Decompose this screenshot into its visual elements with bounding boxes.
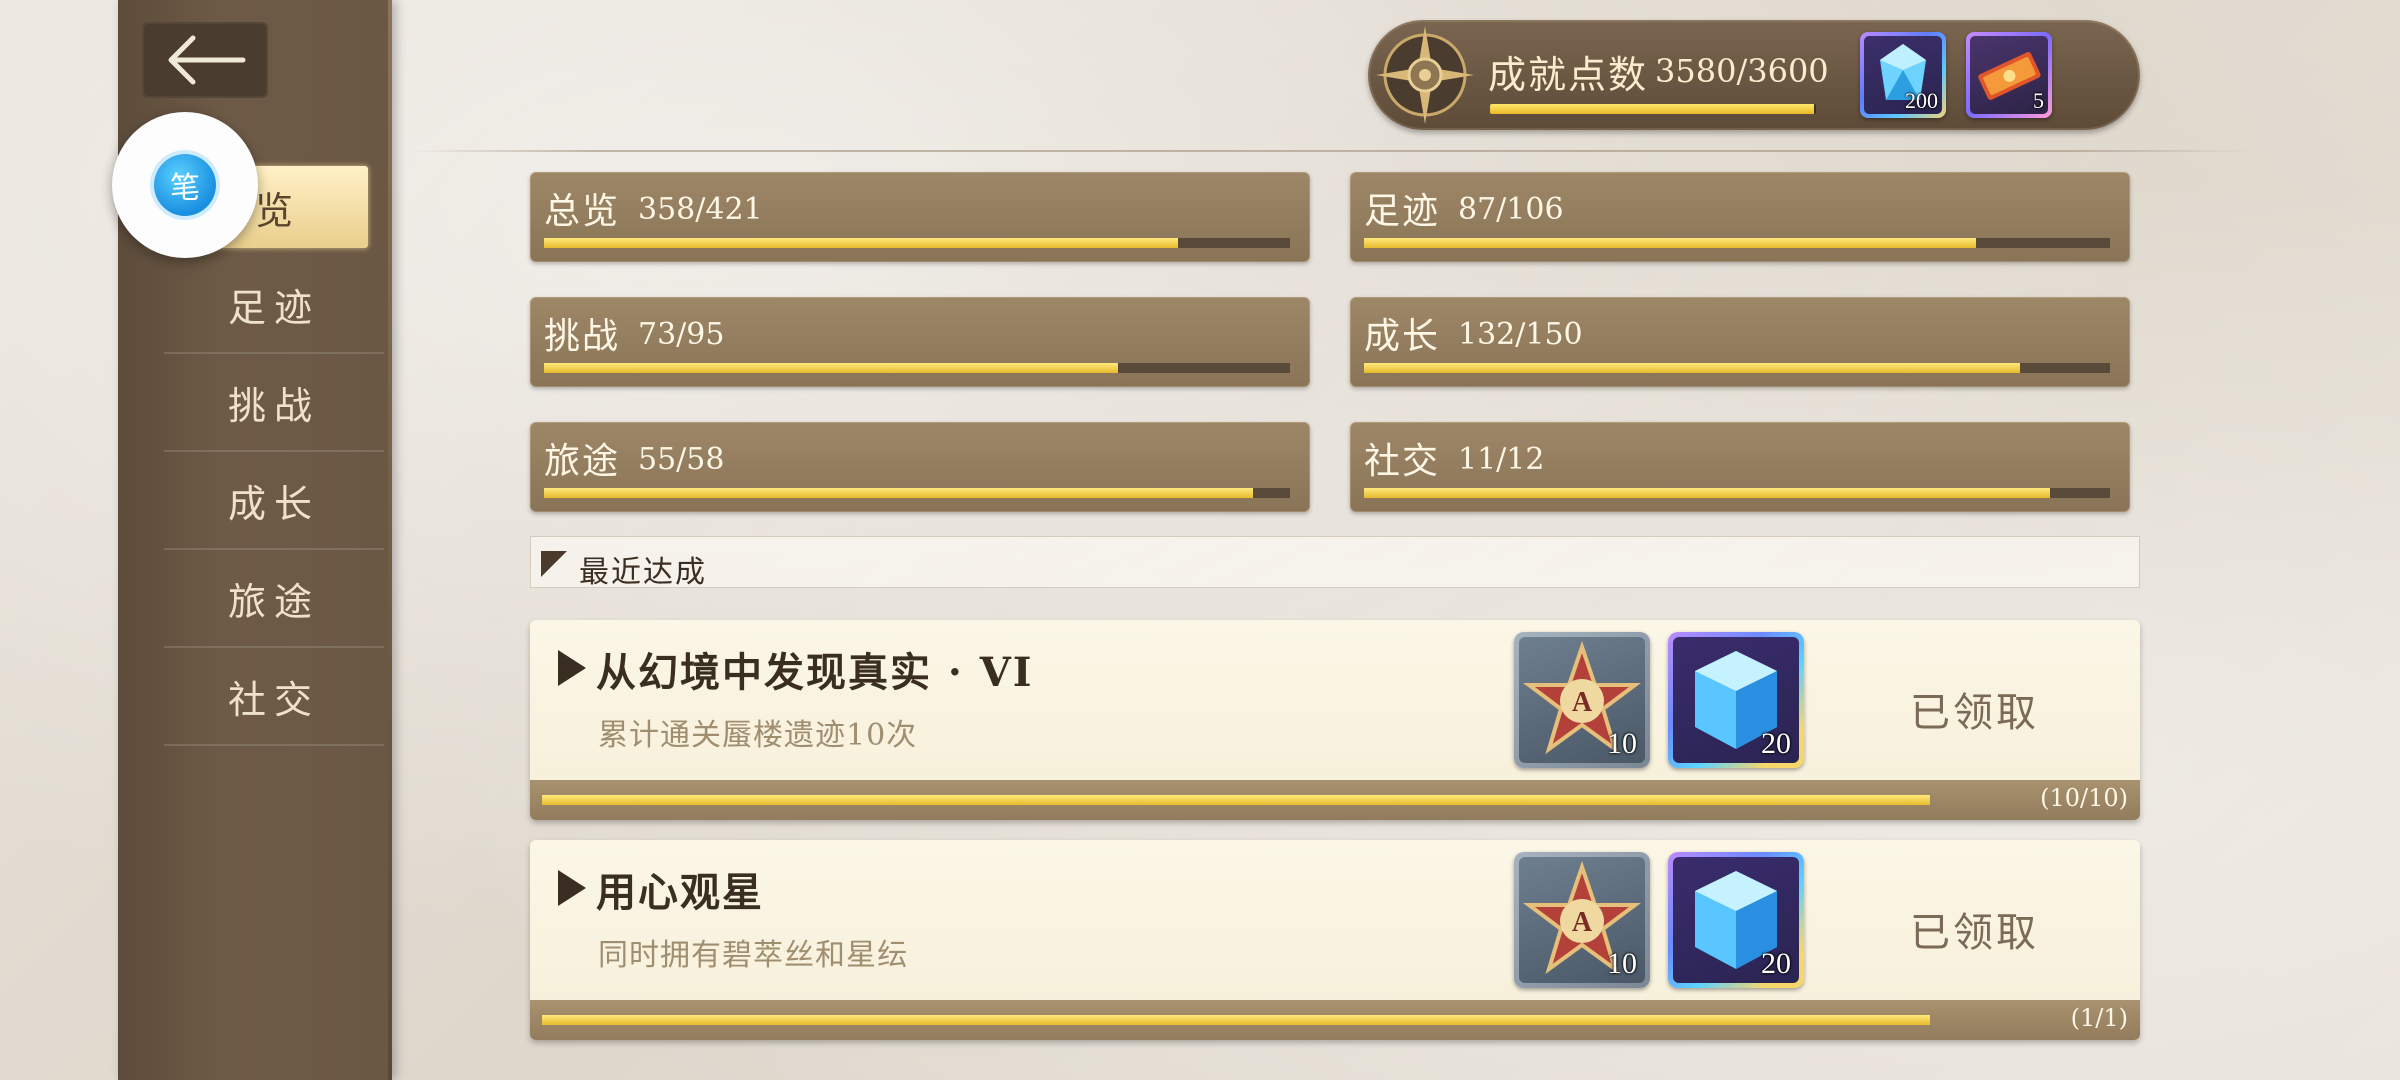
category-card-footprints[interactable]: 足迹 87/106: [1350, 172, 2130, 262]
category-card-challenge[interactable]: 挑战 73/95: [530, 297, 1310, 387]
points-value: 3580/3600: [1655, 52, 1829, 90]
reward-count: 20: [1761, 947, 1791, 980]
claimed-status: 已领取: [1910, 910, 2039, 956]
category-card-social[interactable]: 社交 11/12: [1350, 422, 2130, 512]
reward-cube[interactable]: 20: [1668, 852, 1804, 988]
nav-item-label: 挑战: [227, 383, 320, 428]
nav-item-social[interactable]: 社交: [164, 648, 384, 746]
reward-count: 20: [1761, 727, 1791, 760]
achievement-progress-track: (1/1): [530, 1000, 2140, 1040]
achievement-progress-text: (1/1): [2070, 1004, 2128, 1032]
nav-item-growth[interactable]: 成长: [164, 452, 384, 550]
nav-item-label: 旅途: [227, 579, 320, 624]
points-progress-bar: [1490, 104, 1816, 114]
category-value: 87/106: [1458, 192, 1564, 227]
category-progress-bar: [1364, 238, 2110, 248]
ticket-count: 5: [2033, 88, 2044, 113]
nav-item-label: 览: [254, 188, 301, 233]
recent-title: 最近达成: [579, 555, 707, 590]
nav-item-label: 足迹: [227, 285, 320, 330]
category-name: 社交: [1364, 441, 1441, 482]
recent-achievements-header: 最近达成: [530, 536, 2140, 590]
points-label: 成就点数: [1488, 53, 1649, 97]
category-progress-bar: [544, 238, 1290, 248]
category-value: 11/12: [1458, 442, 1545, 477]
category-progress-bar: [1364, 488, 2110, 498]
category-value: 73/95: [638, 317, 725, 352]
reward-count: 10: [1607, 727, 1637, 760]
category-value: 358/421: [638, 192, 763, 227]
reward-star-a[interactable]: A 10: [1514, 852, 1650, 988]
play-triangle-icon: [558, 650, 586, 686]
achievement-title: 用心观星: [596, 869, 764, 916]
nav-item-challenge[interactable]: 挑战: [164, 354, 384, 452]
svg-text:A: A: [1572, 907, 1593, 938]
pen-icon: 笔: [154, 154, 216, 216]
nav-item-label: 社交: [227, 677, 320, 722]
category-card-growth[interactable]: 成长 132/150: [1350, 297, 2130, 387]
back-button[interactable]: [142, 22, 268, 98]
crystal-count: 200: [1905, 88, 1938, 113]
category-name: 成长: [1364, 316, 1441, 357]
svg-text:A: A: [1572, 687, 1593, 718]
achievement-progress-bar: [542, 795, 1930, 805]
achievement-title: 从幻境中发现真实 · VI: [596, 649, 1034, 696]
achievement-description: 同时拥有碧萃丝和星纭: [598, 938, 908, 973]
crystal-item[interactable]: 200: [1860, 32, 1946, 118]
achievement-progress-bar: [542, 1015, 1930, 1025]
reward-star-a[interactable]: A 10: [1514, 632, 1650, 768]
ticket-item[interactable]: 5: [1966, 32, 2052, 118]
category-progress-bar: [544, 488, 1290, 498]
floating-assistant-button[interactable]: 笔: [112, 112, 258, 258]
category-name: 总览: [544, 191, 621, 232]
corner-triangle-icon: [541, 551, 567, 577]
category-card-overview[interactable]: 总览 358/421: [530, 172, 1310, 262]
category-value: 132/150: [1458, 317, 1583, 352]
achievement-card[interactable]: 用心观星 同时拥有碧萃丝和星纭 A 10 20 已领取 (1/1): [530, 840, 2140, 1040]
claimed-status: 已领取: [1910, 690, 2039, 736]
achievement-progress-track: (10/10): [530, 780, 2140, 820]
category-value: 55/58: [638, 442, 725, 477]
achievement-progress-text: (10/10): [2040, 784, 2128, 812]
category-name: 旅途: [544, 441, 621, 482]
nav-item-journey[interactable]: 旅途: [164, 550, 384, 648]
header-divider: [410, 150, 2250, 152]
category-progress-bar: [1364, 363, 2110, 373]
nav-item-footprints[interactable]: 足迹: [164, 256, 384, 354]
reward-count: 10: [1607, 947, 1637, 980]
category-card-journey[interactable]: 旅途 55/58: [530, 422, 1310, 512]
achievement-card[interactable]: 从幻境中发现真实 · VI 累计通关蜃楼遗迹10次 A 10 20 已领取 (1…: [530, 620, 2140, 820]
category-name: 挑战: [544, 316, 621, 357]
category-name: 足迹: [1364, 191, 1441, 232]
back-arrow-icon: [168, 35, 246, 85]
category-progress-bar: [544, 363, 1290, 373]
play-triangle-icon: [558, 870, 586, 906]
nav-item-label: 成长: [227, 481, 320, 526]
achievement-description: 累计通关蜃楼遗迹10次: [598, 718, 918, 753]
compass-emblem-icon: [1376, 26, 1474, 124]
reward-cube[interactable]: 20: [1668, 632, 1804, 768]
